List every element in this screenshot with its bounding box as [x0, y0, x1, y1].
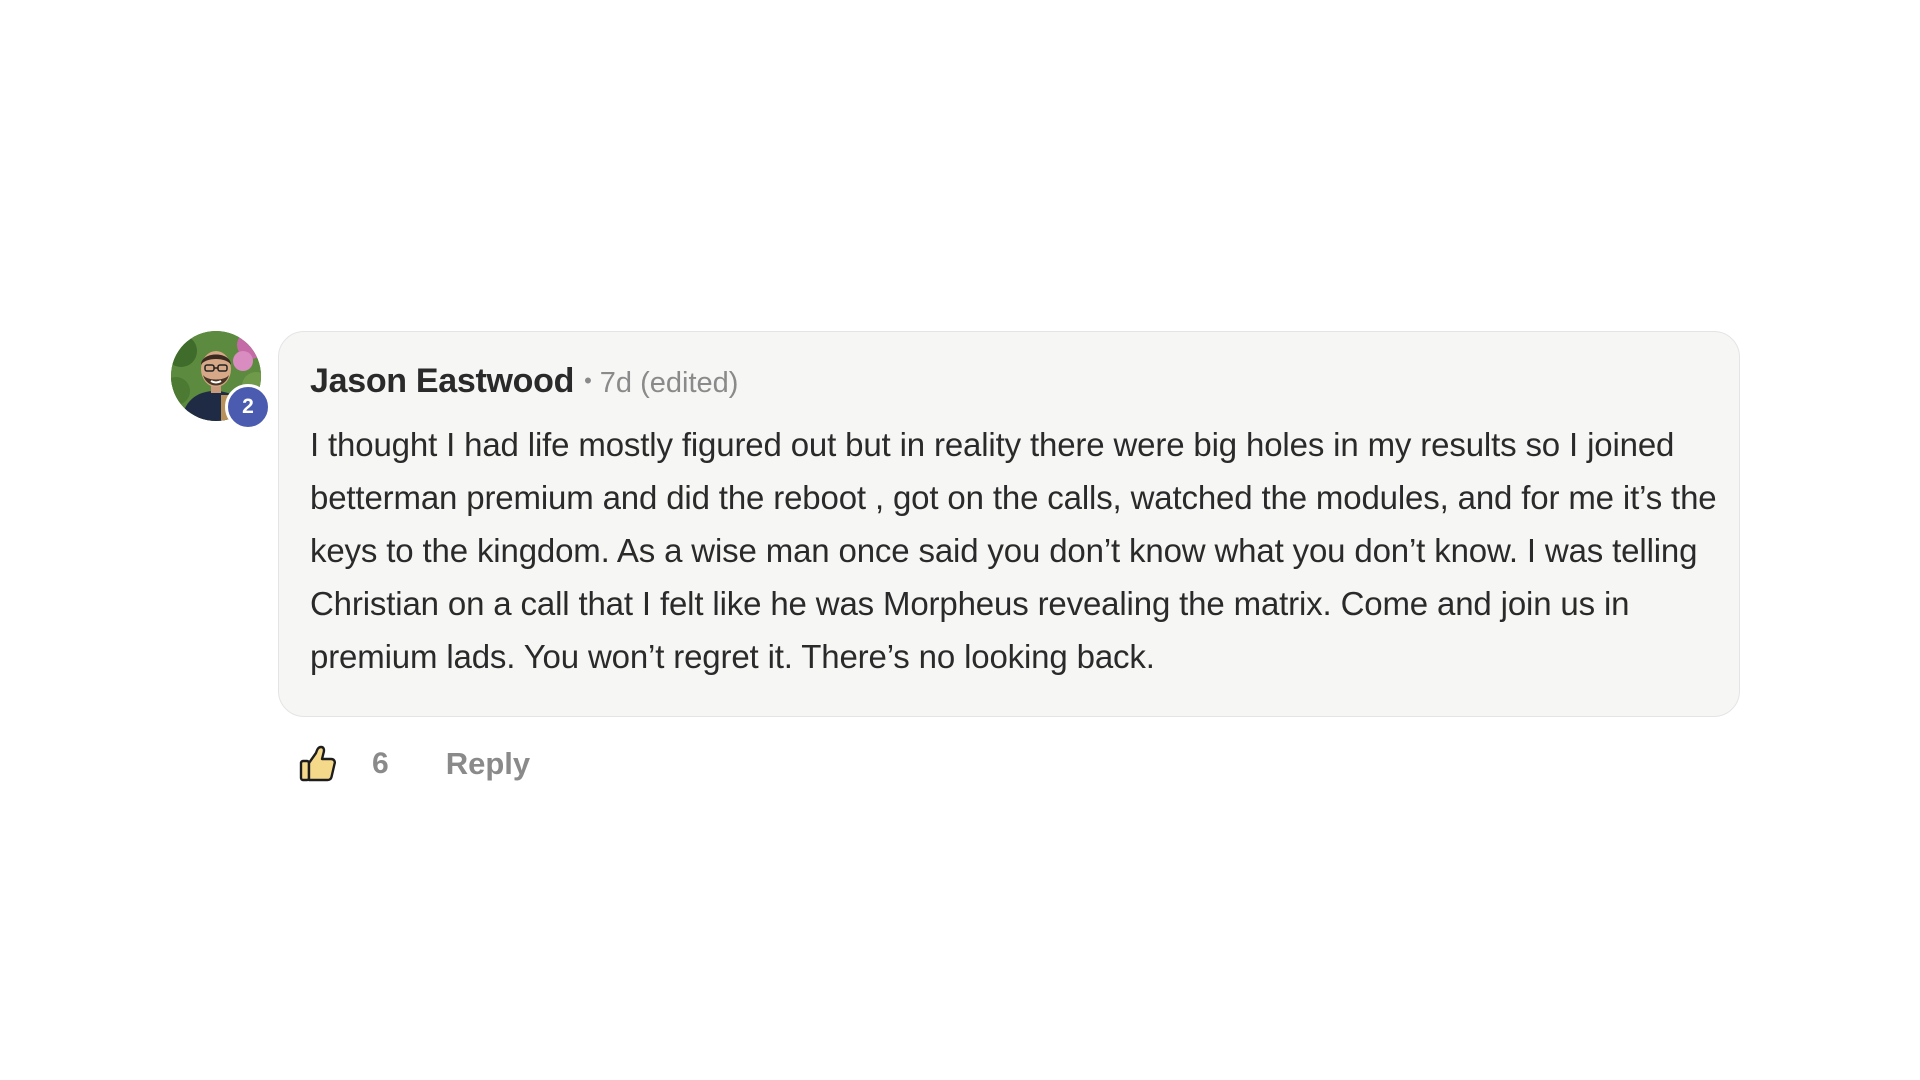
level-badge: 2: [225, 384, 271, 430]
avatar-wrapper[interactable]: 2: [171, 331, 271, 430]
comment-bubble: Jason Eastwood • 7d (edited) I thought I…: [278, 331, 1740, 717]
reply-button[interactable]: Reply: [446, 746, 530, 782]
comment-header: Jason Eastwood • 7d (edited): [310, 362, 1709, 406]
thumbs-up-icon: [299, 745, 336, 782]
timestamp: 7d (edited): [599, 367, 739, 399]
meta-separator: •: [584, 368, 592, 393]
comment-body: I thought I had life mostly figured out …: [310, 426, 1717, 675]
author-name[interactable]: Jason Eastwood: [310, 362, 574, 401]
like-button[interactable]: [297, 743, 339, 785]
like-count: 6: [372, 747, 389, 780]
comment-actions: 6 Reply: [297, 739, 530, 789]
